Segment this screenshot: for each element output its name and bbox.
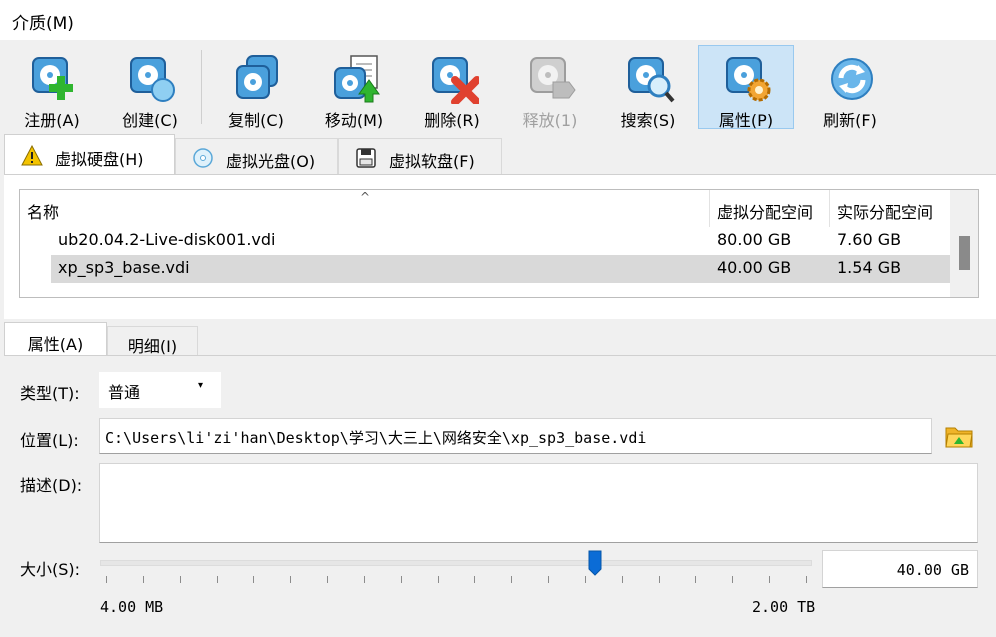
- disk-add-icon: [32, 57, 73, 100]
- row-name: xp_sp3_base.vdi: [58, 258, 190, 277]
- location-value: C:\Users\li'zi'han\Desktop\学习\大三上\网络安全\x…: [105, 429, 647, 447]
- size-label: 大小(S):: [20, 560, 81, 579]
- release-button[interactable]: 释放(1): [502, 45, 598, 130]
- refresh-icon: [831, 58, 873, 100]
- slider-tick: [659, 576, 660, 583]
- slider-tick: [253, 576, 254, 583]
- tab-virtual-hard-disk-label: 虚拟硬盘(H): [55, 150, 144, 169]
- tab-virtual-optical-disc-label: 虚拟光盘(O): [226, 152, 316, 171]
- register-button-label: 注册(A): [24, 111, 80, 130]
- slider-tick: [769, 576, 770, 583]
- row-name: ub20.04.2-Live-disk001.vdi: [58, 230, 276, 249]
- table-row[interactable]: ub20.04.2-Live-disk001.vdi 80.00 GB 7.60…: [20, 227, 950, 255]
- tab-virtual-floppy[interactable]: 虚拟软盘(F): [338, 138, 502, 174]
- description-label: 描述(D):: [20, 476, 83, 495]
- slider-tick: [327, 576, 328, 583]
- refresh-button-label: 刷新(F): [823, 111, 877, 130]
- tab-attributes[interactable]: 属性(A): [4, 322, 107, 357]
- create-button[interactable]: 创建(C): [102, 45, 198, 130]
- size-slider-handle[interactable]: [588, 550, 602, 576]
- row-virtual-size: 40.00 GB: [717, 258, 792, 277]
- media-table[interactable]: 名称 ^ 虚拟分配空间 实际分配空间 ub20.04.2-Live-disk00…: [19, 189, 979, 298]
- slider-tick: [511, 576, 512, 583]
- create-button-label: 创建(C): [122, 111, 178, 130]
- disk-search-icon: [628, 57, 675, 103]
- disk-copy-icon: [236, 55, 278, 99]
- slider-tick: [364, 576, 365, 583]
- size-min-label: 4.00 MB: [100, 598, 164, 616]
- chevron-down-icon: ▾: [198, 380, 204, 391]
- toolbar-separator: [201, 50, 202, 124]
- search-button[interactable]: 搜索(S): [600, 45, 696, 130]
- row-virtual-size: 80.00 GB: [717, 230, 792, 249]
- slider-tick: [474, 576, 475, 583]
- slider-tick: [438, 576, 439, 583]
- floppy-icon: [356, 148, 376, 168]
- search-button-label: 搜索(S): [620, 111, 676, 130]
- properties-tabs: 属性(A) 明细(I): [0, 322, 996, 359]
- slider-tick: [106, 576, 107, 583]
- row-actual-size: 7.60 GB: [837, 230, 902, 249]
- column-header-actual-size[interactable]: 实际分配空间: [830, 190, 950, 227]
- type-value: 普通: [108, 383, 141, 402]
- location-label: 位置(L):: [20, 431, 79, 450]
- disk-remove-icon: [432, 57, 479, 104]
- properties-button[interactable]: 属性(P): [698, 45, 794, 130]
- table-row-selected[interactable]: xp_sp3_base.vdi 40.00 GB 1.54 GB: [20, 255, 950, 283]
- row-actual-size: 1.54 GB: [837, 258, 902, 277]
- move-button[interactable]: 移动(M): [306, 45, 402, 130]
- optical-disc-icon: [193, 148, 213, 168]
- location-field[interactable]: C:\Users\li'zi'han\Desktop\学习\大三上\网络安全\x…: [99, 418, 932, 454]
- slider-tick: [806, 576, 807, 583]
- slider-tick: [217, 576, 218, 583]
- refresh-button[interactable]: 刷新(F): [802, 45, 898, 130]
- slider-tick: [585, 576, 586, 583]
- properties-button-label: 属性(P): [718, 111, 774, 130]
- type-select[interactable]: 普通 ▾: [99, 372, 221, 408]
- tab-virtual-floppy-label: 虚拟软盘(F): [389, 152, 475, 171]
- column-header-name-label: 名称: [27, 203, 60, 222]
- copy-button-label: 复制(C): [228, 111, 284, 130]
- menu-media[interactable]: 介质(M): [12, 9, 74, 34]
- column-header-virtual-size[interactable]: 虚拟分配空间: [710, 190, 830, 227]
- slider-tick: [290, 576, 291, 583]
- table-scrollbar[interactable]: [950, 190, 978, 297]
- register-button[interactable]: 注册(A): [4, 45, 100, 130]
- disk-properties-icon: [726, 57, 771, 102]
- slider-tick: [732, 576, 733, 583]
- toolbar: 注册(A) 创建(C) 复制(C) 移动(M) 删除(R) 释放(1) 搜索(S…: [0, 40, 996, 132]
- scrollbar-thumb[interactable]: [959, 236, 970, 270]
- warning-icon: [21, 145, 43, 166]
- size-value-field[interactable]: 40.00 GB: [822, 550, 978, 588]
- slider-tick: [695, 576, 696, 583]
- remove-button-label: 删除(R): [424, 111, 480, 130]
- copy-button[interactable]: 复制(C): [208, 45, 304, 130]
- slider-tick: [548, 576, 549, 583]
- move-button-label: 移动(M): [324, 111, 384, 130]
- release-button-label: 释放(1): [522, 111, 578, 130]
- size-slider-track[interactable]: [100, 560, 812, 566]
- sort-indicator-icon: ^: [360, 190, 371, 204]
- disk-release-icon: [530, 57, 576, 99]
- slider-tick: [622, 576, 623, 583]
- menubar: 介质(M): [0, 0, 996, 40]
- slider-tick: [143, 576, 144, 583]
- column-header-name[interactable]: 名称 ^: [20, 190, 710, 227]
- remove-button[interactable]: 删除(R): [404, 45, 500, 130]
- tab-virtual-optical-disc[interactable]: 虚拟光盘(O): [175, 138, 338, 174]
- disk-move-icon: [334, 55, 380, 103]
- tab-virtual-hard-disk[interactable]: 虚拟硬盘(H): [4, 134, 175, 175]
- slider-tick: [180, 576, 181, 583]
- size-max-label: 2.00 TB: [752, 598, 816, 616]
- description-field[interactable]: [99, 463, 978, 543]
- disk-create-icon: [130, 57, 175, 102]
- media-type-tabs: 虚拟硬盘(H) 虚拟光盘(O) 虚拟软盘(F): [0, 134, 996, 175]
- slider-tick: [401, 576, 402, 583]
- size-value: 40.00 GB: [896, 561, 969, 579]
- type-label: 类型(T):: [20, 384, 80, 403]
- folder-open-icon[interactable]: [944, 422, 974, 450]
